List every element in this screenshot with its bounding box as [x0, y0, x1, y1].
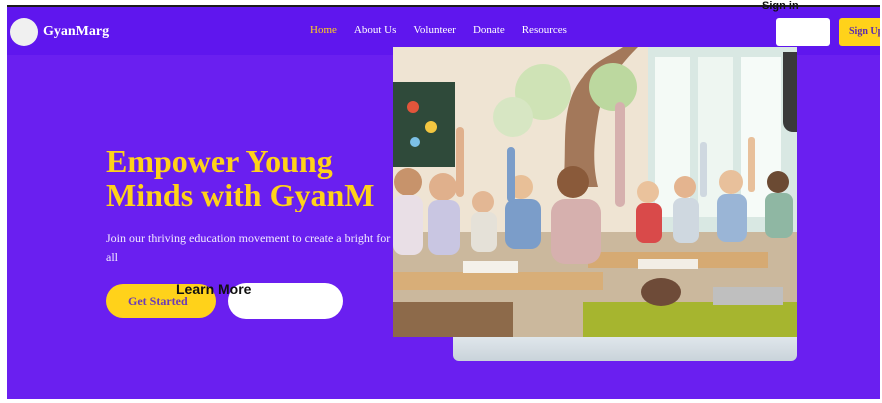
nav-item-home[interactable]: Home	[310, 24, 337, 36]
learn-more-label[interactable]: Learn More	[176, 281, 251, 297]
sign-up-button[interactable]: Sign Up	[839, 18, 880, 46]
sign-in-button[interactable]	[776, 18, 830, 46]
hero-subtitle: Join our thriving education movement to …	[106, 231, 391, 264]
nav-item-resources[interactable]: Resources	[522, 24, 567, 36]
hero-title-line-2: Minds with GyanM	[106, 177, 375, 212]
logo-circle-icon[interactable]	[10, 18, 38, 46]
photo-dark-edge	[783, 52, 797, 132]
nav-item-volunteer[interactable]: Volunteer	[413, 24, 456, 36]
nav-item-donate[interactable]: Donate	[473, 24, 505, 36]
brand-name[interactable]: GyanMarg	[43, 24, 109, 40]
hero-title-line-1: Empower Young	[106, 144, 333, 179]
hero-title: Empower Young Minds with GyanM	[106, 144, 406, 212]
classroom-illustration	[393, 47, 797, 337]
nav-item-about-us[interactable]: About Us	[354, 24, 396, 36]
hero-classroom-image	[393, 47, 797, 337]
nav-menu: Home About Us Volunteer Donate Resources	[310, 24, 567, 36]
sign-in-label[interactable]: Sign in	[762, 0, 799, 12]
page-frame: GyanMarg Home About Us Volunteer Donate …	[7, 7, 880, 399]
